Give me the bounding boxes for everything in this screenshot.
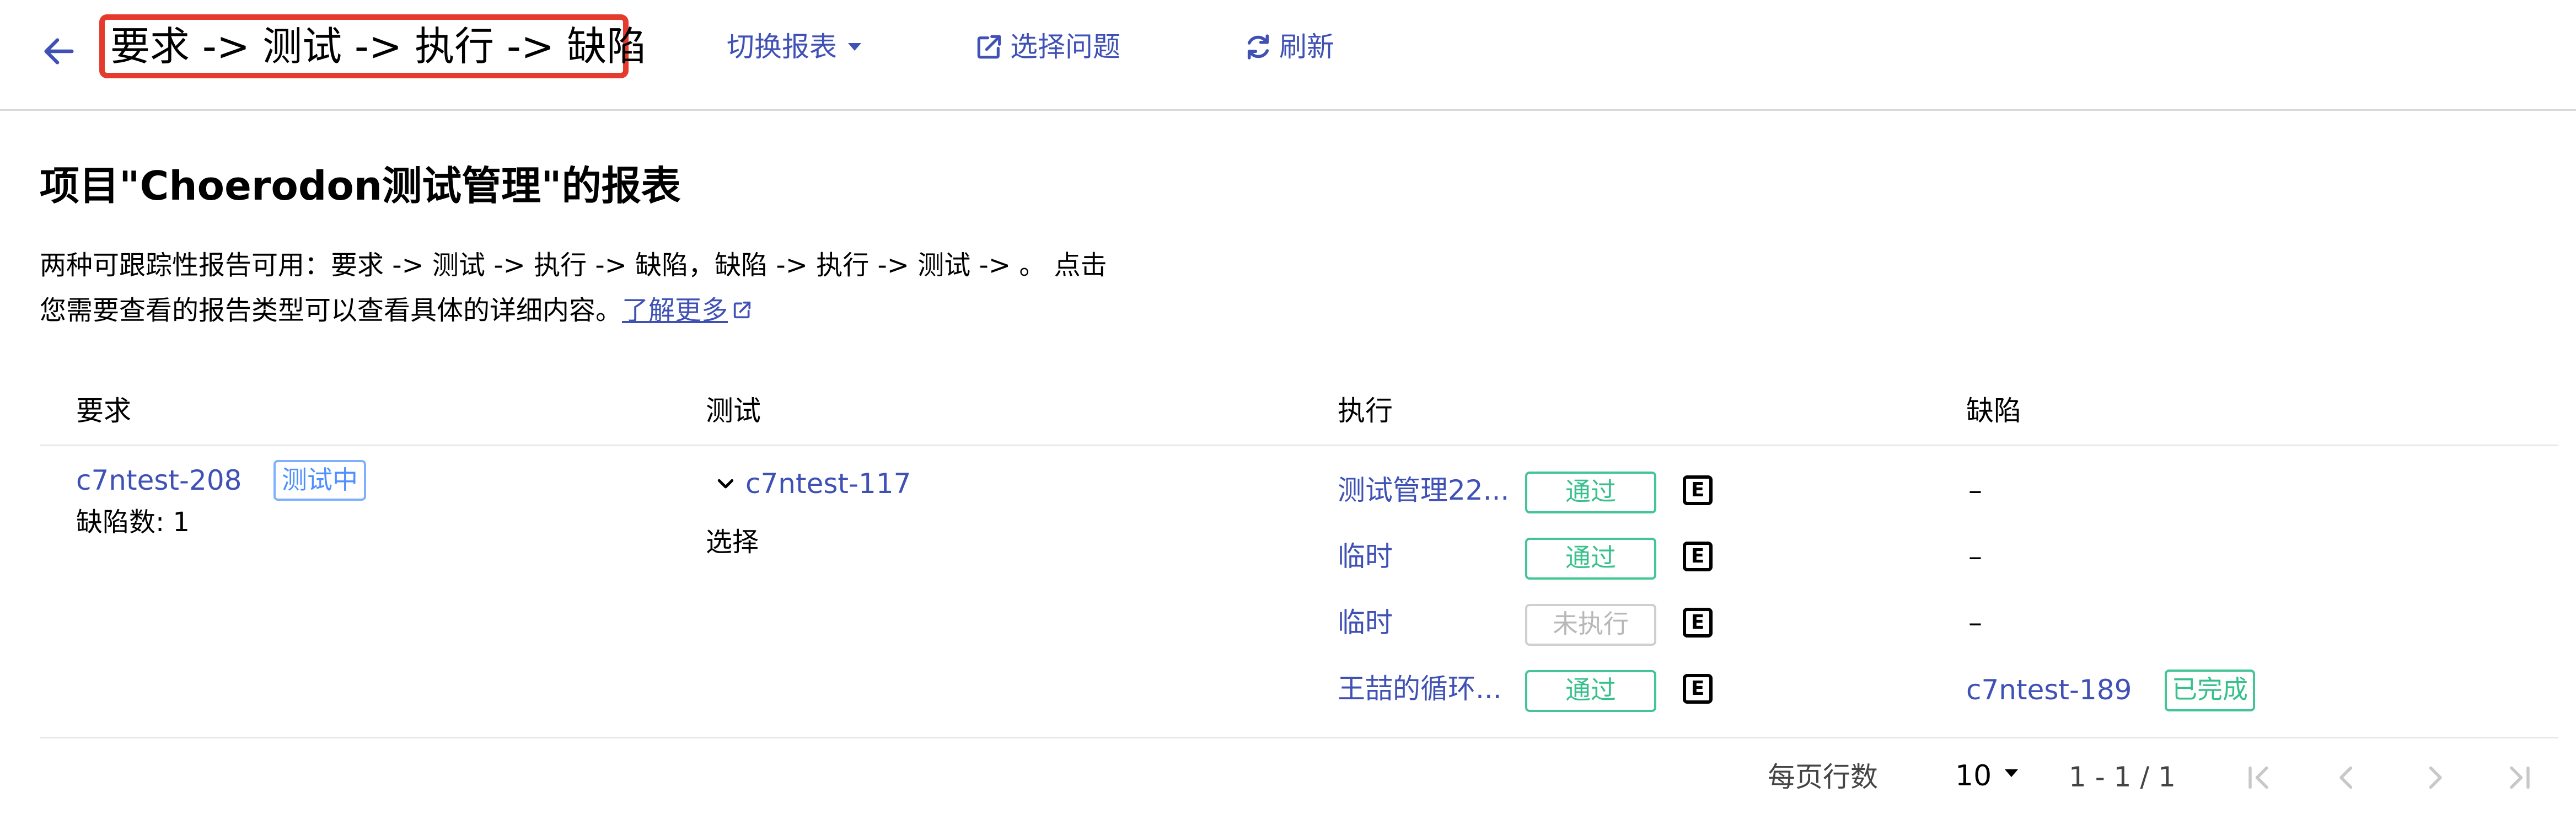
execution-link[interactable]: 临时 — [1338, 537, 1393, 576]
learn-more-label: 了解更多 — [622, 295, 728, 326]
switch-report-label: 切换报表 — [727, 31, 837, 63]
status-badge: 未执行 — [1525, 604, 1656, 646]
status-badge: 通过 — [1525, 472, 1656, 513]
caret-down-icon — [2005, 769, 2019, 777]
switch-report-dropdown[interactable]: 切换报表 — [727, 29, 861, 65]
refresh-icon — [1247, 34, 1269, 60]
caret-down-icon — [848, 42, 861, 51]
page-title: 项目"Choerodon测试管理"的报表 — [40, 163, 681, 209]
first-page-icon[interactable] — [2242, 761, 2275, 794]
report-description: 两种可跟踪性报告可用：要求 -> 测试 -> 执行 -> 缺陷，缺陷 -> 执行… — [40, 243, 1107, 333]
defect-empty: – — [1968, 607, 1982, 639]
refresh-label: 刷新 — [1279, 31, 1334, 63]
last-page-icon[interactable] — [2503, 761, 2536, 794]
status-badge: 已完成 — [2165, 670, 2255, 711]
back-arrow-icon[interactable] — [40, 32, 78, 71]
execution-detail-icon[interactable]: E — [1683, 475, 1713, 505]
execution-detail-icon[interactable]: E — [1683, 542, 1713, 571]
defect-link[interactable]: c7ntest-189 — [1966, 671, 2132, 709]
execution-detail-icon[interactable]: E — [1683, 674, 1713, 704]
refresh-button[interactable]: 刷新 — [1243, 29, 1334, 65]
pagination-range: 1 - 1 / 1 — [2069, 761, 2176, 793]
execution-link[interactable]: 测试管理22... — [1338, 471, 1509, 510]
report-title: 要求 -> 测试 -> 执行 -> 缺陷 — [110, 23, 647, 69]
column-header-requirement: 要求 — [76, 395, 131, 427]
column-header-defect: 缺陷 — [1966, 395, 2021, 427]
rows-per-page-value: 10 — [1955, 759, 1992, 792]
rows-per-page-label: 每页行数 — [1768, 761, 1878, 793]
requirement-link[interactable]: c7ntest-208 — [76, 461, 242, 500]
select-issue-label: 选择问题 — [1010, 31, 1120, 63]
description-line-1: 两种可跟踪性报告可用：要求 -> 测试 -> 执行 -> 缺陷，缺陷 -> 执行… — [40, 250, 1107, 281]
column-header-execution: 执行 — [1338, 395, 1393, 427]
previous-page-icon[interactable] — [2330, 761, 2363, 794]
description-line-2-text: 您需要查看的报告类型可以查看具体的详细内容。 — [40, 295, 622, 326]
row-divider — [40, 737, 2558, 738]
defect-empty: – — [1968, 540, 1982, 572]
chevron-down-icon[interactable] — [715, 473, 737, 495]
column-header-test: 测试 — [706, 395, 761, 427]
header-divider — [40, 445, 2558, 446]
status-badge: 通过 — [1525, 538, 1656, 580]
rows-per-page-select[interactable]: 10 — [1955, 757, 2019, 795]
description-line-2: 您需要查看的报告类型可以查看具体的详细内容。了解更多 — [40, 288, 1107, 333]
test-case-link[interactable]: c7ntest-117 — [745, 464, 911, 503]
top-toolbar: 要求 -> 测试 -> 执行 -> 缺陷 切换报表 选择问题 刷新 — [0, 0, 2576, 111]
external-link-icon — [977, 35, 1001, 58]
execution-link[interactable]: 王喆的循环... — [1338, 670, 1502, 708]
defect-count: 缺陷数: 1 — [76, 507, 190, 538]
learn-more-link[interactable]: 了解更多 — [622, 295, 753, 326]
next-page-icon[interactable] — [2418, 761, 2451, 794]
external-link-icon — [733, 301, 751, 319]
execution-link[interactable]: 临时 — [1338, 603, 1393, 642]
defect-empty: – — [1968, 474, 1982, 506]
status-badge: 通过 — [1525, 670, 1656, 712]
execution-detail-icon[interactable]: E — [1683, 608, 1713, 638]
test-select-label: 选择 — [706, 527, 759, 558]
status-badge: 测试中 — [273, 460, 366, 501]
select-issue-button[interactable]: 选择问题 — [974, 29, 1120, 65]
